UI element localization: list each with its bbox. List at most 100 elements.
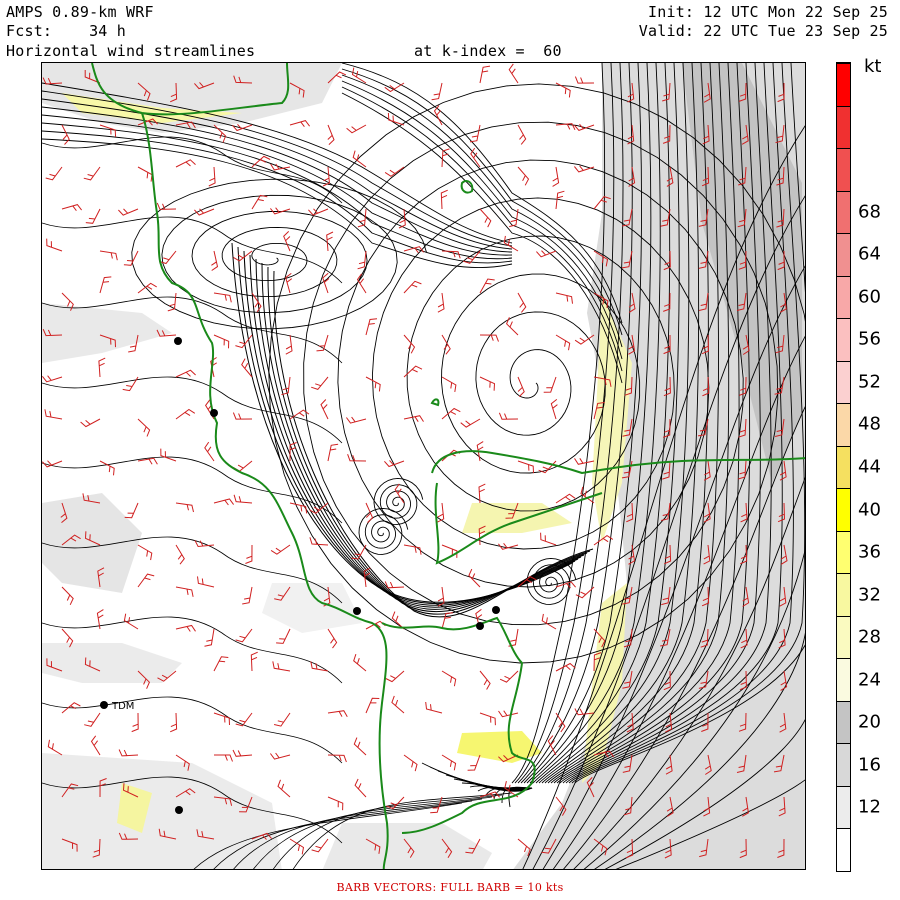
- wind-barb: [499, 670, 519, 683]
- wind-barb: [232, 412, 253, 420]
- wind-barb: [272, 661, 291, 672]
- wind-barb: [440, 189, 448, 210]
- colorbar-label: 52: [858, 371, 881, 393]
- wind-barb: [45, 166, 63, 181]
- streamline: [42, 376, 343, 444]
- wind-barb: [311, 838, 329, 853]
- wind-barb: [555, 581, 576, 589]
- wind-barb: [213, 334, 230, 349]
- colorbar-label: 12: [858, 796, 881, 818]
- wind-barb: [574, 334, 595, 345]
- wind-barb: [273, 712, 291, 727]
- wind-barb: [403, 544, 422, 555]
- wind-barb: [555, 493, 576, 504]
- wind-barb: [285, 334, 293, 355]
- station-marker[interactable]: [476, 622, 484, 630]
- wind-barb: [517, 124, 527, 145]
- wind-barb: [213, 656, 229, 672]
- wind-barb: [235, 712, 253, 727]
- wind-barb: [213, 712, 230, 726]
- streamline: [42, 696, 343, 764]
- wind-barb: [574, 76, 595, 84]
- wind-barb: [175, 408, 196, 420]
- wind-barb: [555, 292, 573, 304]
- wind-barb: [346, 124, 367, 134]
- wind-barb: [354, 778, 367, 798]
- streamline: [42, 136, 343, 204]
- wind-barb: [137, 166, 153, 182]
- colorbar-label: 60: [858, 286, 881, 308]
- station-marker[interactable]: [492, 606, 500, 614]
- wind-barb: [327, 443, 339, 462]
- colorbar-segment: [837, 63, 850, 106]
- wind-barb: [123, 250, 139, 266]
- wind-speed-colorbar: [836, 62, 851, 872]
- wind-barb: [345, 416, 367, 424]
- wind-barb: [517, 376, 525, 397]
- wind-barb: [479, 65, 491, 84]
- valid-time: Valid: 22 UTC Tue 23 Sep 25: [638, 22, 888, 40]
- wind-barb: [322, 272, 330, 294]
- wind-barb: [242, 586, 253, 605]
- streamline: [273, 270, 594, 618]
- wind-barb: [351, 67, 367, 84]
- wind-barb: [83, 166, 101, 181]
- colorbar-segment: [837, 403, 850, 446]
- wind-barb: [403, 280, 422, 294]
- wind-barb: [555, 662, 576, 672]
- wind-barb: [574, 458, 595, 465]
- colorbar-segment: [837, 445, 850, 489]
- wind-barb: [357, 250, 367, 270]
- wind-barb: [213, 292, 232, 303]
- colorbar-label: 68: [858, 201, 881, 223]
- wind-barb: [498, 710, 519, 718]
- wind-barb: [160, 448, 177, 462]
- wind-barb: [327, 796, 344, 811]
- wind-barb: [385, 670, 405, 683]
- wind-barb: [175, 624, 196, 632]
- station-marker[interactable]: [175, 806, 183, 814]
- wind-barb: [208, 166, 216, 187]
- station-marker[interactable]: [353, 607, 361, 615]
- wind-barb: [137, 573, 155, 588]
- wind-barb: [169, 712, 178, 733]
- colorbar-segment: [837, 828, 850, 871]
- wind-barb: [175, 502, 194, 513]
- wind-barb: [47, 739, 63, 756]
- wind-barb: [506, 317, 519, 336]
- wind-barb: [251, 194, 268, 210]
- wind-barb: [311, 376, 329, 390]
- wind-barb: [540, 532, 557, 546]
- wind-barb: [555, 334, 571, 351]
- wind-map[interactable]: TDM: [41, 62, 806, 870]
- station-marker[interactable]: [174, 337, 182, 345]
- level-label: at k-index = 60: [414, 42, 562, 60]
- wind-barb: [85, 208, 101, 224]
- wind-barb: [289, 120, 310, 127]
- wind-barb: [574, 165, 595, 173]
- wind-barb: [289, 838, 305, 855]
- wind-barb: [84, 712, 101, 727]
- station-marker-tdm[interactable]: [100, 701, 108, 709]
- wind-barb: [213, 498, 235, 506]
- colorbar-label: 36: [858, 541, 881, 563]
- wind-barb: [353, 737, 367, 756]
- wind-barb: [437, 292, 445, 313]
- wind-barb: [167, 292, 177, 312]
- colorbar-label: 40: [858, 499, 881, 521]
- wind-barb: [175, 159, 196, 168]
- wind-barb: [508, 63, 519, 84]
- station-marker[interactable]: [210, 409, 218, 417]
- wind-barb: [441, 670, 457, 687]
- forecast-hour: Fcst: 34 h: [6, 22, 126, 40]
- wind-barb: [403, 754, 418, 772]
- wind-barb: [99, 124, 117, 137]
- wind-barb: [46, 238, 63, 252]
- wind-barb: [124, 502, 139, 519]
- streamline: [511, 63, 606, 784]
- wind-barb: [425, 701, 443, 714]
- colorbar-segment: [837, 105, 850, 149]
- wind-barb: [80, 418, 101, 428]
- colorbar-segment: [837, 658, 850, 701]
- colorbar-segment: [837, 233, 850, 276]
